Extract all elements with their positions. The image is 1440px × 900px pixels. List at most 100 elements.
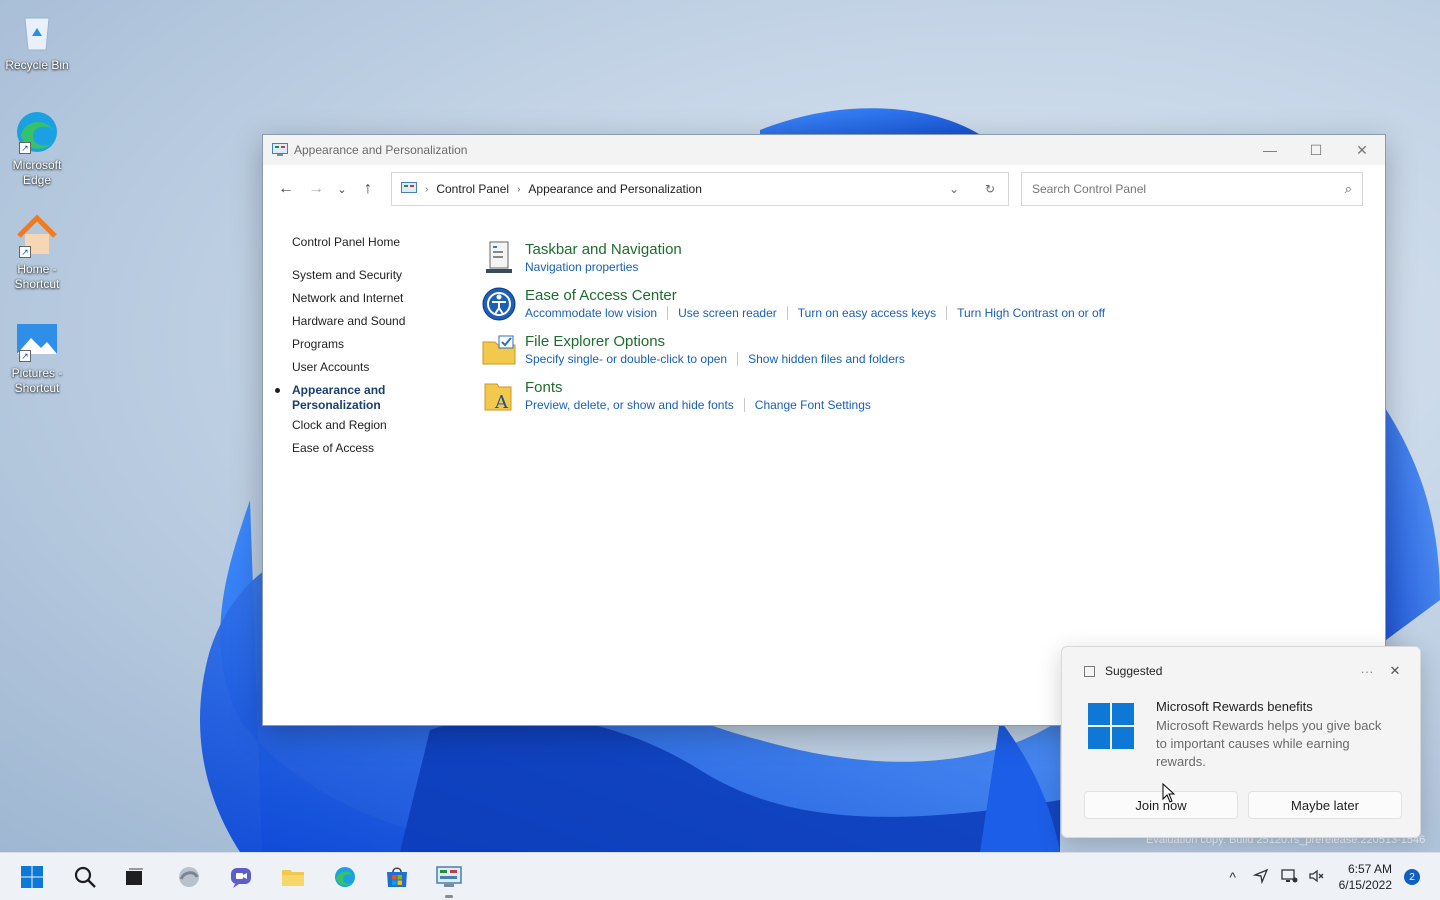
link-show-hidden-files[interactable]: Show hidden files and folders: [748, 351, 905, 367]
desktop-icon-label: Pictures - Shortcut: [11, 366, 63, 395]
desktop-icon-pictures-shortcut[interactable]: ↗ Pictures - Shortcut: [4, 316, 70, 396]
forward-button[interactable]: →: [301, 174, 331, 204]
category-list: Taskbar and Navigation Navigation proper…: [481, 240, 1361, 424]
search-input[interactable]: [1032, 182, 1345, 196]
sidebar-item-ease-of-access[interactable]: Ease of Access: [292, 441, 452, 456]
sidebar-item-programs[interactable]: Programs: [292, 337, 452, 352]
sidebar-item-clock-region[interactable]: Clock and Region: [292, 418, 452, 433]
system-tray: ^ 6:57 AM 6/15/2022 2: [1219, 853, 1440, 900]
link-divider: [737, 352, 739, 366]
network-icon[interactable]: [1275, 868, 1303, 887]
category-title[interactable]: Ease of Access Center: [525, 286, 1105, 305]
desktop-icon-edge[interactable]: ↗ Microsoft Edge: [4, 108, 70, 188]
category-fonts: A Fonts Preview, delete, or show and hid…: [481, 378, 1361, 424]
close-icon[interactable]: ✕: [1384, 663, 1406, 679]
link-use-screen-reader[interactable]: Use screen reader: [678, 305, 777, 321]
desktop: Recycle Bin ↗ Microsoft Edge ↗ Home - Sh…: [0, 0, 1440, 852]
join-now-button[interactable]: Join now: [1084, 791, 1238, 819]
link-high-contrast[interactable]: Turn High Contrast on or off: [957, 305, 1105, 321]
shortcut-arrow-icon: ↗: [19, 246, 31, 258]
link-divider: [743, 398, 745, 412]
start-icon[interactable]: [16, 861, 48, 893]
location-icon[interactable]: [1247, 868, 1275, 887]
category-title[interactable]: Taskbar and Navigation: [525, 240, 682, 259]
fonts-icon: A: [484, 383, 512, 413]
close-button[interactable]: ✕: [1339, 135, 1385, 165]
chevron-right-icon: ›: [425, 183, 429, 195]
address-bar[interactable]: › Control Panel › Appearance and Persona…: [391, 172, 1009, 206]
shortcut-arrow-icon: ↗: [19, 142, 31, 154]
link-single-double-click[interactable]: Specify single- or double-click to open: [525, 351, 727, 367]
recent-locations-button[interactable]: ⌄: [331, 174, 353, 204]
desktop-icon-home-shortcut[interactable]: ↗ Home - Shortcut: [4, 212, 70, 292]
link-navigation-properties[interactable]: Navigation properties: [525, 259, 638, 275]
shortcut-arrow-icon: ↗: [19, 350, 31, 362]
widgets-icon[interactable]: [173, 861, 205, 893]
window-title: Appearance and Personalization: [294, 143, 468, 157]
svg-text:A: A: [494, 392, 509, 413]
edge-icon: ↗: [13, 108, 61, 156]
desktop-icon-label: Home - Shortcut: [14, 262, 60, 291]
link-easy-access-keys[interactable]: Turn on easy access keys: [798, 305, 936, 321]
maximize-button[interactable]: ☐: [1293, 135, 1339, 165]
link-accommodate-low-vision[interactable]: Accommodate low vision: [525, 305, 657, 321]
control-panel-icon: [272, 143, 288, 156]
sidebar-item-system-security[interactable]: System and Security: [292, 268, 452, 283]
link-preview-fonts[interactable]: Preview, delete, or show and hide fonts: [525, 397, 734, 413]
search-box[interactable]: ⌕: [1021, 172, 1363, 206]
chevron-up-icon[interactable]: ^: [1219, 869, 1247, 885]
volume-muted-icon[interactable]: [1303, 868, 1331, 887]
mouse-cursor-icon: [1162, 783, 1176, 803]
link-change-font-settings[interactable]: Change Font Settings: [755, 397, 871, 413]
notification-toast[interactable]: Suggested ··· ✕ Microsoft Rewards benefi…: [1061, 646, 1421, 838]
up-button[interactable]: ↑: [353, 174, 383, 204]
sidebar-item-control-panel-home[interactable]: Control Panel Home: [292, 235, 452, 250]
toast-message: Microsoft Rewards helps you give back to…: [1156, 718, 1382, 769]
category-taskbar: Taskbar and Navigation Navigation proper…: [481, 240, 1361, 286]
toast-title: Microsoft Rewards benefits: [1156, 699, 1313, 714]
sidebar-item-hardware-sound[interactable]: Hardware and Sound: [292, 314, 452, 329]
address-row: ← → ⌄ ↑ › Control Panel › Appearance and…: [263, 165, 1385, 213]
task-view-icon[interactable]: [118, 861, 150, 893]
search-icon[interactable]: [69, 861, 101, 893]
clock[interactable]: 6:57 AM 6/15/2022: [1339, 861, 1392, 893]
toast-header: Suggested ··· ✕: [1062, 647, 1420, 695]
notification-badge[interactable]: 2: [1404, 869, 1420, 885]
ease-of-access-icon: [482, 287, 516, 321]
category-title[interactable]: Fonts: [525, 378, 871, 397]
left-navigation: Control Panel Home System and Security N…: [275, 235, 452, 464]
breadcrumb-appearance[interactable]: Appearance and Personalization: [528, 182, 701, 196]
category-ease-of-access: Ease of Access Center Accommodate low vi…: [481, 286, 1361, 332]
maybe-later-button[interactable]: Maybe later: [1248, 791, 1402, 819]
taskbar-icon: [486, 241, 512, 273]
folder-options-icon: [482, 335, 516, 365]
toast-body: Microsoft Rewards benefits Microsoft Rew…: [1062, 695, 1420, 771]
store-icon[interactable]: [381, 861, 413, 893]
search-icon[interactable]: ⌕: [1345, 181, 1352, 197]
sidebar-item-network-internet[interactable]: Network and Internet: [292, 291, 452, 306]
address-dropdown-button[interactable]: ⌄: [936, 173, 972, 205]
category-title[interactable]: File Explorer Options: [525, 332, 905, 351]
more-options-icon[interactable]: ···: [1350, 664, 1384, 679]
title-bar[interactable]: Appearance and Personalization — ☐ ✕: [263, 135, 1385, 165]
sidebar-item-appearance-personalization[interactable]: Appearance and Personalization: [275, 383, 412, 413]
chevron-right-icon[interactable]: ›: [517, 184, 520, 195]
minimize-button[interactable]: —: [1247, 135, 1293, 165]
breadcrumb-control-panel[interactable]: Control Panel: [436, 182, 509, 196]
refresh-button[interactable]: ↻: [972, 173, 1008, 205]
link-divider: [946, 306, 948, 320]
home-icon: ↗: [13, 212, 61, 260]
clock-date: 6/15/2022: [1338, 878, 1392, 892]
file-explorer-icon[interactable]: [277, 861, 309, 893]
app-icon: [1084, 665, 1095, 677]
desktop-icon-recycle-bin[interactable]: Recycle Bin: [4, 8, 70, 73]
windows-logo-icon: [1088, 703, 1134, 749]
toast-actions: Join now Maybe later: [1084, 791, 1402, 819]
edge-icon[interactable]: [329, 861, 361, 893]
chat-icon[interactable]: [225, 861, 257, 893]
taskbar: ^ 6:57 AM 6/15/2022 2: [0, 852, 1440, 900]
sidebar-item-user-accounts[interactable]: User Accounts: [292, 360, 452, 375]
control-panel-icon[interactable]: [433, 861, 465, 898]
control-panel-icon: [401, 182, 417, 193]
back-button[interactable]: ←: [271, 174, 301, 204]
